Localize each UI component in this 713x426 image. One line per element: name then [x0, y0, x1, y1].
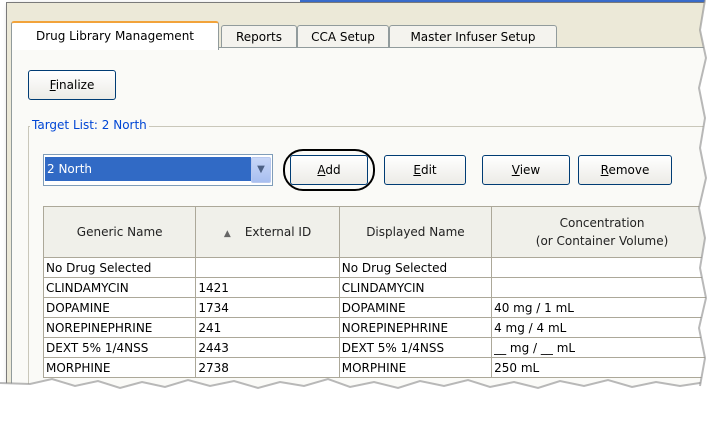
tab-drug-library-management[interactable]: Drug Library Management — [11, 21, 219, 50]
page: Drug Library Management Reports CCA Setu… — [0, 0, 713, 426]
torn-edge-overlay — [0, 0, 713, 426]
